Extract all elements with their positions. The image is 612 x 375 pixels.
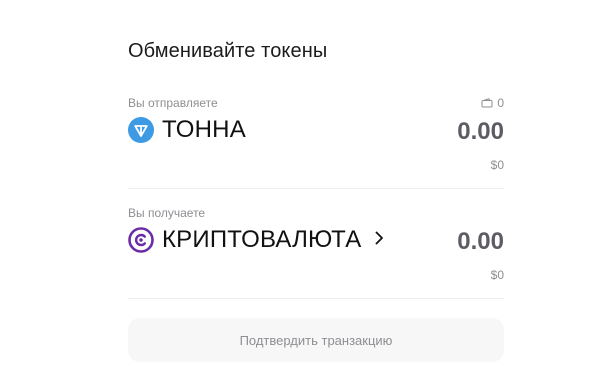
send-balance-value: 0 [497,96,504,110]
receive-section: Вы получаете КРИПТОВАЛЮТА 0.00 $0 [128,206,504,296]
receive-token-name: КРИПТОВАЛЮТА [162,226,362,253]
crypto-c-icon [128,227,154,253]
send-balance: 0 [481,96,504,110]
chevron-right-icon [375,231,384,250]
send-token-selector[interactable]: ТОННА [128,116,246,144]
receive-label: Вы получаете [128,206,206,220]
swap-card: Обменивайте токены Вы отправляете 0 ТОНН… [0,0,612,375]
send-usd-value: $0 [490,158,504,172]
confirm-transaction-button[interactable]: Подтвердить транзакцию [128,318,504,362]
send-section: Вы отправляете 0 ТОННА 0.00 $0 [128,96,504,186]
receive-amount: 0.00 [457,228,504,255]
page-title: Обменивайте токены [128,40,328,62]
wallet-icon [481,98,493,108]
divider [128,188,504,189]
ton-diamond-icon [128,117,154,143]
send-amount[interactable]: 0.00 [457,118,504,146]
send-label: Вы отправляете [128,96,218,110]
receive-usd-value: $0 [490,268,504,282]
receive-token-selector[interactable]: КРИПТОВАЛЮТА [128,226,384,254]
send-token-name: ТОННА [162,116,246,143]
divider [128,298,504,299]
